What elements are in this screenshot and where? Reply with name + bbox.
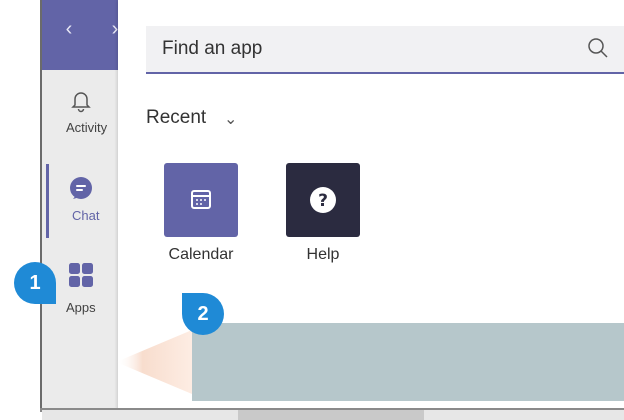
app-tile-calendar[interactable] xyxy=(164,163,238,237)
recent-label[interactable]: Recent xyxy=(146,107,206,129)
chevron-down-icon[interactable]: ⌄ xyxy=(224,109,237,129)
calendar-icon xyxy=(191,190,211,209)
search-box[interactable] xyxy=(146,26,624,74)
callout-badge-1: 1 xyxy=(14,262,56,304)
app-label-help[interactable]: Help xyxy=(263,246,383,264)
help-icon: ? xyxy=(310,187,336,213)
rail-item-chat[interactable]: Chat xyxy=(42,176,118,244)
app-label-calendar[interactable]: Calendar xyxy=(141,246,261,264)
app-tile-help[interactable]: ? xyxy=(286,163,360,237)
search-icon[interactable] xyxy=(586,36,610,60)
apps-icon xyxy=(69,263,93,287)
arrow-pointer xyxy=(116,330,192,394)
back-button[interactable]: ‹ xyxy=(60,18,78,40)
chat-icon xyxy=(70,177,92,199)
horizontal-scrollbar[interactable] xyxy=(42,410,624,420)
bell-icon xyxy=(71,92,91,113)
callout-badge-2: 2 xyxy=(182,293,224,335)
scrollbar-thumb[interactable] xyxy=(238,410,424,420)
highlight-box xyxy=(192,323,624,401)
search-input[interactable] xyxy=(162,33,562,65)
rail-item-activity[interactable]: Activity xyxy=(42,88,118,156)
svg-text:?: ? xyxy=(318,191,328,211)
